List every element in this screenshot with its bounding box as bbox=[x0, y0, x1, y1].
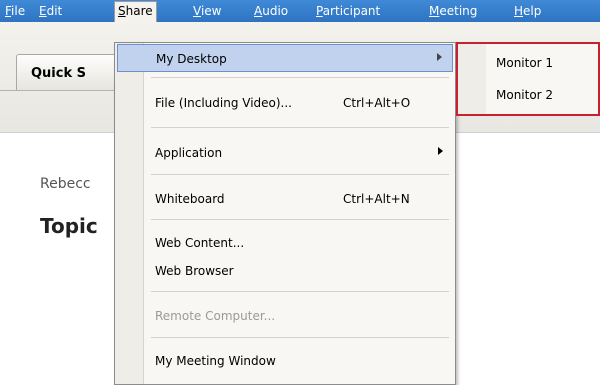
menu-participant-label: articipant bbox=[322, 4, 381, 18]
menu-view-label: iew bbox=[200, 4, 222, 18]
submenu-arrow-icon bbox=[438, 147, 443, 155]
menu-file[interactable]: File bbox=[2, 2, 28, 20]
menu-separator bbox=[151, 219, 449, 220]
menu-item-label: Web Content... bbox=[155, 236, 245, 250]
menu-separator bbox=[151, 77, 449, 78]
menu-file-label: ile bbox=[11, 4, 26, 18]
menu-audio-mnemonic: A bbox=[254, 4, 263, 18]
menu-item-shortcut: Ctrl+Alt+N bbox=[343, 192, 410, 206]
menu-audio-label: udio bbox=[262, 4, 289, 18]
submenu-item-label: Monitor 1 bbox=[496, 56, 554, 70]
menu-item-shortcut: Ctrl+Alt+O bbox=[343, 96, 411, 110]
menu-participant[interactable]: Participant bbox=[313, 2, 383, 20]
menu-item-application[interactable]: Application bbox=[117, 139, 453, 167]
menu-separator bbox=[151, 174, 449, 175]
menu-item-my-desktop[interactable]: My Desktop bbox=[117, 44, 453, 72]
menu-share-label: hare bbox=[125, 4, 153, 18]
menu-edit-mnemonic: E bbox=[39, 4, 47, 18]
menu-edit[interactable]: Edit bbox=[36, 2, 65, 20]
menu-item-my-meeting-window[interactable]: My Meeting Window bbox=[117, 347, 453, 375]
menu-help-label: elp bbox=[523, 4, 542, 18]
submenu-item-label: Monitor 2 bbox=[496, 88, 554, 102]
menu-view[interactable]: View bbox=[190, 2, 224, 20]
host-name-text: Rebecc bbox=[40, 176, 91, 192]
menu-item-label: My Desktop bbox=[156, 52, 227, 66]
menu-item-label: Application bbox=[155, 146, 223, 160]
menu-help-mnemonic: H bbox=[514, 4, 524, 18]
menu-bar: File Edit Share View Audio Participant M… bbox=[0, 0, 600, 22]
menu-item-whiteboard[interactable]: Whiteboard Ctrl+Alt+N bbox=[117, 185, 453, 213]
menu-item-label: Web Browser bbox=[155, 264, 234, 278]
menu-meeting-mnemonic: M bbox=[429, 4, 440, 18]
menu-item-label: My Meeting Window bbox=[155, 354, 276, 368]
menu-separator bbox=[151, 291, 449, 292]
tab-quick-start-label: Quick S bbox=[31, 66, 87, 81]
menu-item-label: Remote Computer... bbox=[155, 309, 276, 323]
menu-meeting[interactable]: Meeting bbox=[426, 2, 480, 20]
my-desktop-submenu: Monitor 1 Monitor 2 bbox=[456, 42, 600, 116]
share-menu: My Desktop File (Including Video)... Ctr… bbox=[114, 42, 456, 385]
menu-edit-label: dit bbox=[46, 4, 63, 18]
menu-participant-mnemonic: P bbox=[316, 4, 323, 18]
menu-item-web-browser[interactable]: Web Browser bbox=[117, 257, 453, 285]
menu-separator bbox=[151, 337, 449, 338]
menu-item-file-including-video[interactable]: File (Including Video)... Ctrl+Alt+O bbox=[117, 89, 453, 117]
submenu-item-monitor-1[interactable]: Monitor 1 bbox=[460, 50, 600, 76]
menu-share[interactable]: Share bbox=[114, 1, 157, 22]
menu-share-mnemonic: S bbox=[118, 4, 126, 18]
menu-separator bbox=[151, 127, 449, 128]
submenu-item-monitor-2[interactable]: Monitor 2 bbox=[460, 82, 600, 108]
menu-view-mnemonic: V bbox=[193, 4, 201, 18]
menu-item-label: Whiteboard bbox=[155, 192, 225, 206]
menu-help[interactable]: Help bbox=[511, 2, 544, 20]
menu-meeting-label: eeting bbox=[439, 4, 478, 18]
menu-item-remote-computer: Remote Computer... bbox=[117, 302, 453, 330]
menu-audio[interactable]: Audio bbox=[251, 2, 291, 20]
topic-heading: Topic bbox=[40, 214, 98, 238]
menu-item-web-content[interactable]: Web Content... bbox=[117, 229, 453, 257]
menu-item-label: File (Including Video)... bbox=[155, 96, 292, 110]
submenu-arrow-icon bbox=[437, 53, 442, 61]
